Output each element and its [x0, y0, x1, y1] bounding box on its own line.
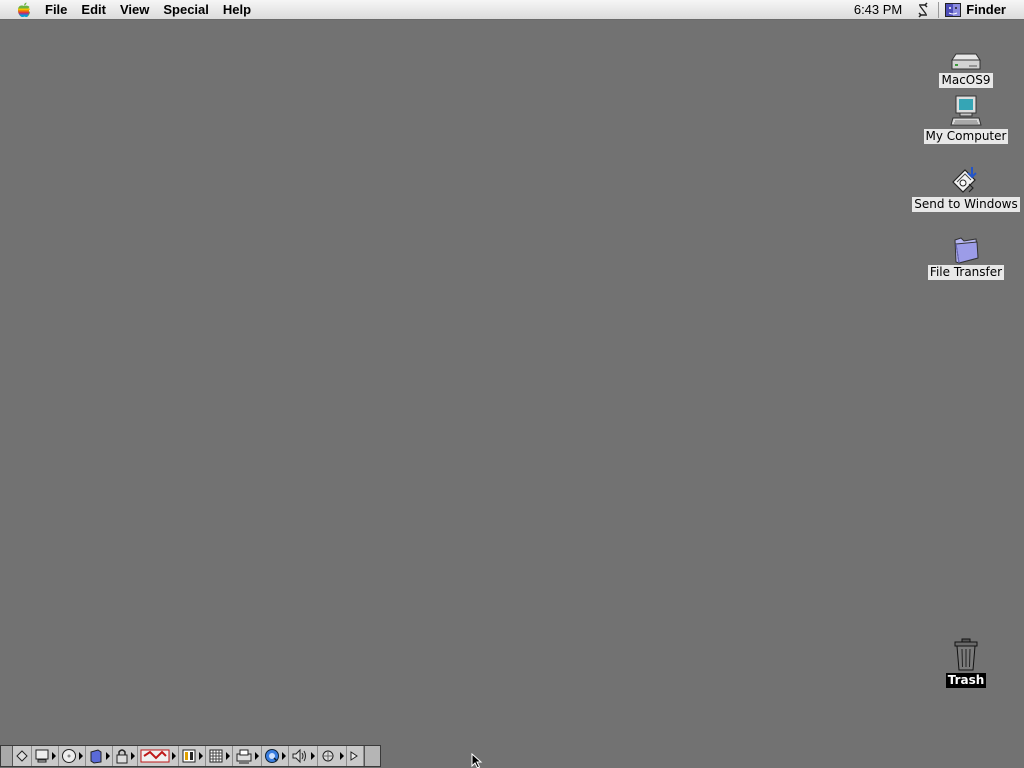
quicktime-icon — [265, 749, 279, 763]
web-sharing-icon — [350, 751, 358, 761]
cd-icon — [62, 749, 76, 763]
speech-icon — [322, 750, 334, 762]
module-menu-arrow — [255, 752, 259, 760]
menubar-clock[interactable]: 6:43 PM — [844, 0, 912, 20]
control-strip-module[interactable] — [289, 746, 318, 766]
control-strip-module[interactable] — [32, 746, 59, 766]
module-menu-arrow — [52, 752, 56, 760]
location-manager-icon — [140, 749, 170, 763]
control-strip-module[interactable] — [347, 746, 364, 766]
control-strip-resize-tab[interactable] — [364, 746, 380, 766]
control-strip-module[interactable] — [233, 746, 262, 766]
control-strip-module[interactable] — [318, 746, 347, 766]
module-menu-arrow — [340, 752, 344, 760]
menu-help[interactable]: Help — [216, 0, 258, 20]
desktop-icon-macos9[interactable]: MacOS9 — [911, 38, 1021, 88]
keychain-lock-icon — [116, 749, 128, 764]
control-strip-collapse-tab[interactable] — [1, 746, 13, 766]
apple-menu[interactable] — [10, 0, 38, 20]
display-icon — [35, 749, 49, 763]
menu-file[interactable]: File — [38, 0, 74, 20]
menu-bar: File Edit View Special Help 6:43 PM Find… — [0, 0, 1024, 20]
module-menu-arrow — [106, 752, 110, 760]
apple-talk-icon — [16, 750, 28, 762]
module-menu-arrow — [79, 752, 83, 760]
file-sync-icon — [918, 1, 928, 18]
file-sync-menu[interactable] — [912, 1, 934, 18]
hard-disk-icon — [951, 53, 981, 70]
sound-volume-icon — [292, 748, 306, 764]
control-strip-module[interactable] — [262, 746, 289, 766]
printer-icon — [236, 749, 252, 764]
trash-icon — [954, 638, 978, 671]
control-strip-module[interactable] — [113, 746, 138, 766]
desktop-icon-label: Send to Windows — [912, 197, 1020, 212]
apple-rainbow-icon — [18, 2, 30, 17]
menu-special[interactable]: Special — [156, 0, 216, 20]
mouse-cursor-icon — [471, 753, 483, 768]
monitor-resolution-icon — [209, 749, 223, 763]
control-strip — [0, 745, 381, 767]
folder-icon — [954, 237, 979, 264]
control-strip-module[interactable] — [59, 746, 86, 766]
module-menu-arrow — [282, 752, 286, 760]
module-menu-arrow — [311, 752, 315, 760]
menu-edit[interactable]: Edit — [74, 0, 113, 20]
control-strip-module[interactable] — [179, 746, 206, 766]
desktop-icon-label: MacOS9 — [939, 73, 993, 88]
pc-computer-icon — [950, 95, 982, 126]
module-menu-arrow — [226, 752, 230, 760]
desktop-icon-label: Trash — [945, 673, 987, 688]
module-menu-arrow — [172, 752, 176, 760]
menu-view[interactable]: View — [113, 0, 156, 20]
desktop-icon-my-computer[interactable]: My Computer — [911, 94, 1021, 144]
monitor-bit-depth-icon — [182, 749, 196, 763]
application-menu[interactable]: Finder — [943, 0, 1024, 20]
desktop-icon-label: My Computer — [923, 129, 1009, 144]
control-strip-module[interactable] — [138, 746, 179, 766]
control-strip-module[interactable] — [206, 746, 233, 766]
finder-icon — [945, 2, 962, 17]
file-sharing-icon — [90, 749, 102, 764]
desktop-icon-send-to-windows[interactable]: Send to Windows — [911, 162, 1021, 212]
desktop-icon-file-transfer[interactable]: File Transfer — [911, 230, 1021, 280]
menubar-divider — [938, 1, 940, 18]
control-strip-module[interactable] — [13, 746, 32, 766]
desktop-icon-trash[interactable]: Trash — [911, 638, 1021, 688]
control-strip-module[interactable] — [86, 746, 113, 766]
send-to-windows-icon — [952, 167, 977, 193]
desktop-icon-label: File Transfer — [927, 265, 1005, 280]
application-menu-label: Finder — [966, 2, 1006, 17]
module-menu-arrow — [131, 752, 135, 760]
module-menu-arrow — [199, 752, 203, 760]
